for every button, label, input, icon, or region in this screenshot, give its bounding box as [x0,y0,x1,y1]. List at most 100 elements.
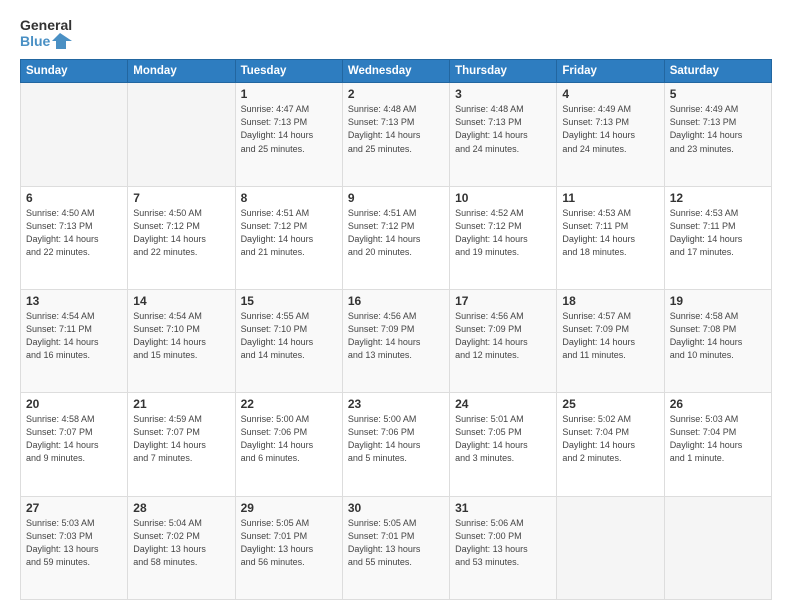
weekday-header-wednesday: Wednesday [342,60,449,83]
day-detail: Sunrise: 4:52 AM Sunset: 7:12 PM Dayligh… [455,207,551,259]
calendar-cell: 23 Sunrise: 5:00 AM Sunset: 7:06 PM Dayli… [342,393,449,496]
day-detail: Sunrise: 5:02 AM Sunset: 7:04 PM Dayligh… [562,413,658,465]
calendar-cell [128,83,235,186]
calendar-week-2: 13Sunrise: 4:54 AM Sunset: 7:11 PM Dayli… [21,290,772,393]
calendar-cell: 18Sunrise: 4:57 AM Sunset: 7:09 PM Dayli… [557,290,664,393]
day-detail: Sunrise: 4:51 AM Sunset: 7:12 PM Dayligh… [241,207,337,259]
calendar-cell: 12 Sunrise: 4:53 AM Sunset: 7:11 PM Dayli… [664,186,771,289]
logo-general: General [20,18,72,33]
calendar-page: General Blue SundayMondayTuesdayWednesda… [0,0,792,612]
day-number: 5 [670,87,766,101]
day-number: 29 [241,501,337,515]
calendar-cell: 11 Sunrise: 4:53 AM Sunset: 7:11 PM Dayli… [557,186,664,289]
calendar-cell [664,496,771,599]
day-number: 15 [241,294,337,308]
day-detail: Sunrise: 5:03 AM Sunset: 7:03 PM Dayligh… [26,517,122,569]
calendar-cell: 3 Sunrise: 4:48 AM Sunset: 7:13 PM Daylig… [450,83,557,186]
day-detail: Sunrise: 4:59 AM Sunset: 7:07 PM Dayligh… [133,413,229,465]
logo-blue: Blue [20,34,50,49]
day-number: 19 [670,294,766,308]
day-detail: Sunrise: 4:49 AM Sunset: 7:13 PM Dayligh… [670,103,766,155]
calendar-cell [21,83,128,186]
day-detail: Sunrise: 4:53 AM Sunset: 7:11 PM Dayligh… [670,207,766,259]
calendar-cell: 10 Sunrise: 4:52 AM Sunset: 7:12 PM Dayli… [450,186,557,289]
calendar-cell: 7Sunrise: 4:50 AM Sunset: 7:12 PM Daylig… [128,186,235,289]
day-detail: Sunrise: 4:53 AM Sunset: 7:11 PM Dayligh… [562,207,658,259]
calendar-cell: 13Sunrise: 4:54 AM Sunset: 7:11 PM Dayli… [21,290,128,393]
weekday-header-monday: Monday [128,60,235,83]
weekday-header-saturday: Saturday [664,60,771,83]
day-detail: Sunrise: 4:49 AM Sunset: 7:13 PM Dayligh… [562,103,658,155]
calendar-cell: 24 Sunrise: 5:01 AM Sunset: 7:05 PM Dayli… [450,393,557,496]
day-detail: Sunrise: 5:05 AM Sunset: 7:01 PM Dayligh… [241,517,337,569]
day-detail: Sunrise: 4:48 AM Sunset: 7:13 PM Dayligh… [348,103,444,155]
day-detail: Sunrise: 5:00 AM Sunset: 7:06 PM Dayligh… [241,413,337,465]
calendar-cell: 22Sunrise: 5:00 AM Sunset: 7:06 PM Dayli… [235,393,342,496]
day-detail: Sunrise: 4:56 AM Sunset: 7:09 PM Dayligh… [348,310,444,362]
calendar-cell: 1 Sunrise: 4:47 AM Sunset: 7:13 PM Daylig… [235,83,342,186]
day-detail: Sunrise: 4:50 AM Sunset: 7:12 PM Dayligh… [133,207,229,259]
calendar-week-0: 1 Sunrise: 4:47 AM Sunset: 7:13 PM Daylig… [21,83,772,186]
logo-container: General Blue [20,18,72,49]
day-detail: Sunrise: 4:48 AM Sunset: 7:13 PM Dayligh… [455,103,551,155]
calendar-cell: 31 Sunrise: 5:06 AM Sunset: 7:00 PM Dayli… [450,496,557,599]
day-detail: Sunrise: 4:54 AM Sunset: 7:10 PM Dayligh… [133,310,229,362]
calendar-cell: 6 Sunrise: 4:50 AM Sunset: 7:13 PM Daylig… [21,186,128,289]
day-detail: Sunrise: 4:58 AM Sunset: 7:08 PM Dayligh… [670,310,766,362]
day-number: 24 [455,397,551,411]
day-number: 13 [26,294,122,308]
day-detail: Sunrise: 5:05 AM Sunset: 7:01 PM Dayligh… [348,517,444,569]
day-number: 1 [241,87,337,101]
day-number: 31 [455,501,551,515]
day-number: 23 [348,397,444,411]
day-number: 10 [455,191,551,205]
day-detail: Sunrise: 5:06 AM Sunset: 7:00 PM Dayligh… [455,517,551,569]
day-number: 20 [26,397,122,411]
day-detail: Sunrise: 4:51 AM Sunset: 7:12 PM Dayligh… [348,207,444,259]
calendar-cell: 19 Sunrise: 4:58 AM Sunset: 7:08 PM Dayli… [664,290,771,393]
day-number: 25 [562,397,658,411]
calendar-cell: 9 Sunrise: 4:51 AM Sunset: 7:12 PM Daylig… [342,186,449,289]
calendar-body: 1 Sunrise: 4:47 AM Sunset: 7:13 PM Daylig… [21,83,772,600]
calendar-cell: 25 Sunrise: 5:02 AM Sunset: 7:04 PM Dayli… [557,393,664,496]
day-number: 12 [670,191,766,205]
day-number: 18 [562,294,658,308]
calendar-cell: 5 Sunrise: 4:49 AM Sunset: 7:13 PM Daylig… [664,83,771,186]
day-number: 6 [26,191,122,205]
weekday-header-tuesday: Tuesday [235,60,342,83]
calendar-cell: 8Sunrise: 4:51 AM Sunset: 7:12 PM Daylig… [235,186,342,289]
calendar-cell: 27 Sunrise: 5:03 AM Sunset: 7:03 PM Dayli… [21,496,128,599]
calendar-cell: 14Sunrise: 4:54 AM Sunset: 7:10 PM Dayli… [128,290,235,393]
weekday-header-friday: Friday [557,60,664,83]
day-detail: Sunrise: 4:50 AM Sunset: 7:13 PM Dayligh… [26,207,122,259]
calendar-cell: 15 Sunrise: 4:55 AM Sunset: 7:10 PM Dayli… [235,290,342,393]
weekday-header-thursday: Thursday [450,60,557,83]
day-number: 17 [455,294,551,308]
calendar-cell: 26Sunrise: 5:03 AM Sunset: 7:04 PM Dayli… [664,393,771,496]
calendar-cell: 20Sunrise: 4:58 AM Sunset: 7:07 PM Dayli… [21,393,128,496]
day-number: 11 [562,191,658,205]
calendar-cell: 28Sunrise: 5:04 AM Sunset: 7:02 PM Dayli… [128,496,235,599]
day-number: 16 [348,294,444,308]
day-detail: Sunrise: 4:47 AM Sunset: 7:13 PM Dayligh… [241,103,337,155]
day-number: 2 [348,87,444,101]
day-number: 27 [26,501,122,515]
calendar-week-4: 27 Sunrise: 5:03 AM Sunset: 7:03 PM Dayli… [21,496,772,599]
header: General Blue [20,18,772,49]
day-detail: Sunrise: 5:01 AM Sunset: 7:05 PM Dayligh… [455,413,551,465]
calendar-cell [557,496,664,599]
calendar-cell: 4Sunrise: 4:49 AM Sunset: 7:13 PM Daylig… [557,83,664,186]
day-detail: Sunrise: 5:00 AM Sunset: 7:06 PM Dayligh… [348,413,444,465]
calendar-cell: 17 Sunrise: 4:56 AM Sunset: 7:09 PM Dayli… [450,290,557,393]
calendar-cell: 2 Sunrise: 4:48 AM Sunset: 7:13 PM Daylig… [342,83,449,186]
day-number: 3 [455,87,551,101]
day-detail: Sunrise: 5:03 AM Sunset: 7:04 PM Dayligh… [670,413,766,465]
day-detail: Sunrise: 4:56 AM Sunset: 7:09 PM Dayligh… [455,310,551,362]
day-number: 9 [348,191,444,205]
calendar-week-1: 6 Sunrise: 4:50 AM Sunset: 7:13 PM Daylig… [21,186,772,289]
logo-arrow-icon [52,33,72,49]
calendar-cell: 29 Sunrise: 5:05 AM Sunset: 7:01 PM Dayli… [235,496,342,599]
day-number: 21 [133,397,229,411]
day-detail: Sunrise: 4:55 AM Sunset: 7:10 PM Dayligh… [241,310,337,362]
day-number: 30 [348,501,444,515]
